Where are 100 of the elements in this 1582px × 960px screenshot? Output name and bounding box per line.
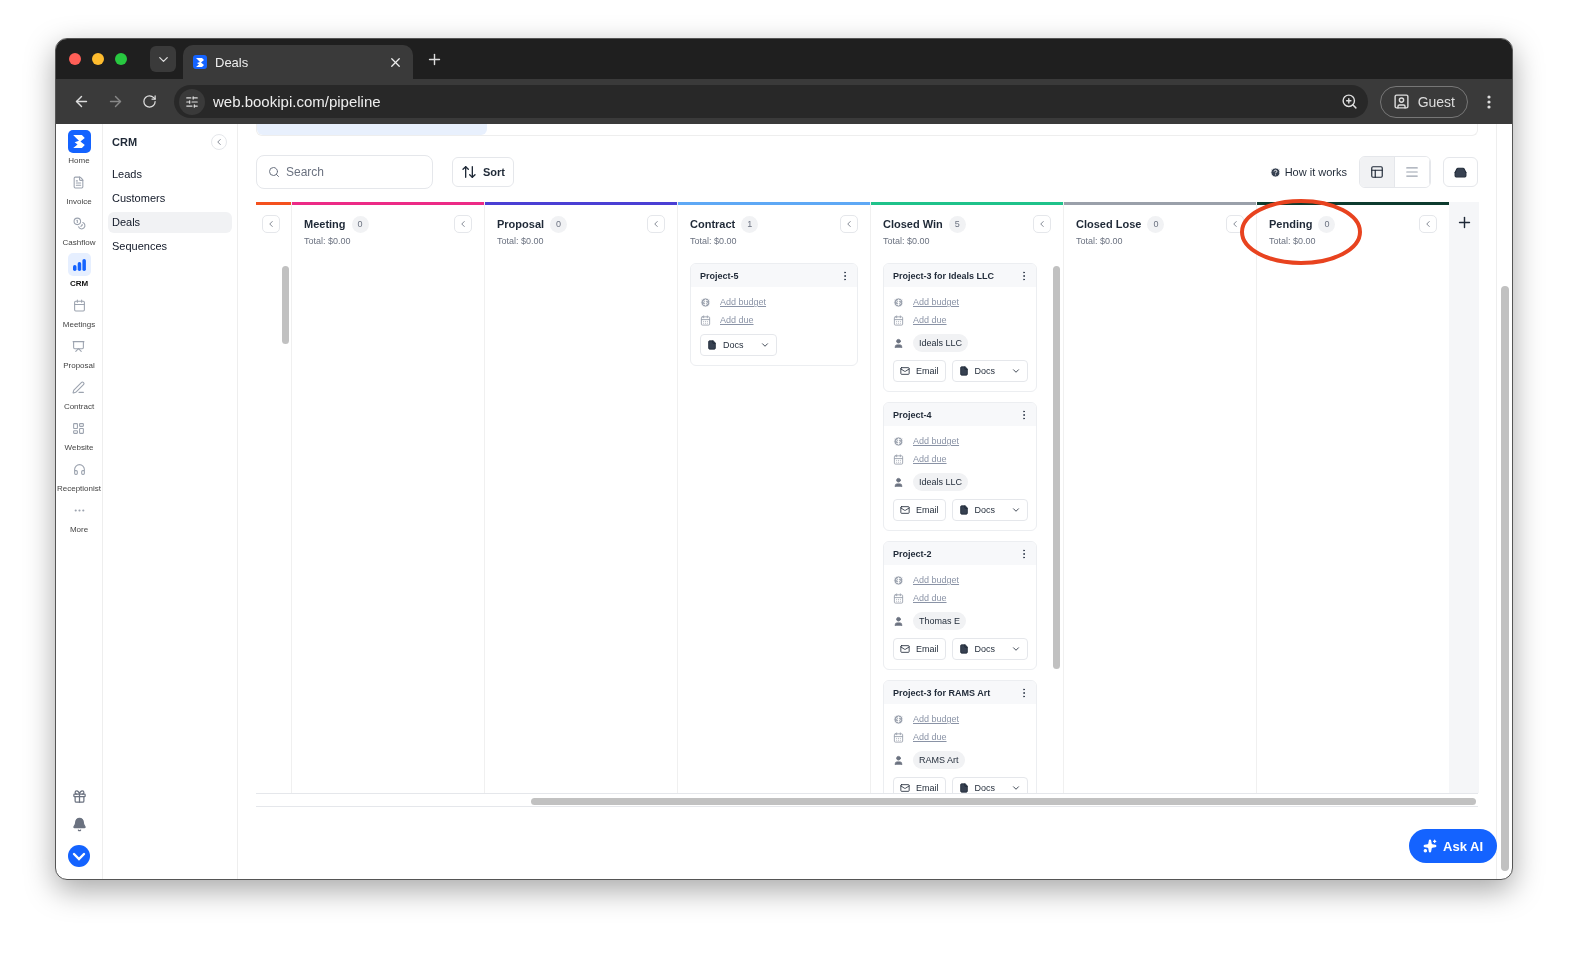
scrollbar-thumb[interactable] [1053, 266, 1060, 669]
maximize-window-button[interactable] [115, 53, 127, 65]
deal-card[interactable]: Project-5 Add budget Add due Docs [690, 263, 858, 366]
rail-item[interactable]: CRM [67, 253, 91, 294]
contact-chip[interactable]: Ideals LLC [913, 473, 969, 491]
check-badge-icon[interactable] [68, 845, 90, 867]
document-icon [72, 176, 86, 189]
docs-dropdown[interactable]: Docs [951, 638, 1029, 660]
minimize-window-button[interactable] [92, 53, 104, 65]
scrollbar-thumb[interactable] [282, 266, 289, 344]
calendar-icon [893, 592, 904, 604]
reload-icon [141, 94, 157, 109]
inbox-icon [1454, 165, 1467, 179]
chevron-left-icon [651, 219, 661, 229]
rail-item[interactable]: Proposal [63, 335, 95, 376]
rail-item[interactable]: Contract [63, 376, 95, 417]
deal-card[interactable]: Project-4 Add budget Add due Ideals LLC Email Docs [883, 402, 1037, 531]
ask-ai-button[interactable]: Ask AI [1409, 829, 1497, 863]
caret-icon [1011, 505, 1022, 515]
count-badge: 0 [550, 215, 568, 233]
sidebar-item[interactable]: Customers [108, 188, 232, 209]
caret-icon [1011, 783, 1022, 793]
person-icon [893, 615, 904, 627]
logo-icon [193, 55, 207, 69]
calendar-icon [700, 314, 711, 326]
dollar-icon [700, 296, 711, 308]
rail-item[interactable]: Invoice [66, 171, 92, 212]
bar-chart-icon [67, 253, 91, 276]
deal-card[interactable]: Project-3 for Ideals LLC Add budget Add due Ideals LLC Email Docs [883, 263, 1037, 392]
tab-list-button[interactable] [150, 46, 176, 72]
count-badge: 0 [1318, 215, 1336, 233]
email-button[interactable]: Email [893, 499, 946, 521]
collapse-button[interactable] [1226, 215, 1244, 233]
chevron-left-icon [266, 219, 276, 229]
presentation-icon [72, 340, 86, 353]
help-icon [1269, 166, 1281, 178]
scrollbar-thumb[interactable] [531, 798, 1476, 805]
logo-icon [67, 130, 91, 153]
help-link[interactable]: How it works [1269, 166, 1347, 178]
board-view-button[interactable] [1360, 157, 1395, 187]
sparkle-icon [1423, 839, 1437, 853]
card-title: Project-2 [893, 548, 932, 559]
dollar-icon [893, 713, 904, 725]
rail-item[interactable]: Meetings [62, 294, 96, 335]
count-badge: 0 [1147, 215, 1165, 233]
rail-item[interactable]: Receptionist [57, 458, 101, 499]
column-title: Meeting [304, 218, 346, 230]
email-button[interactable]: Email [893, 777, 946, 793]
column-total: Total: $0.00 [1076, 236, 1124, 246]
board-icon [1370, 165, 1384, 179]
docs-dropdown[interactable]: Docs [951, 360, 1029, 382]
calendar-icon [72, 299, 86, 312]
rail-item[interactable]: Home [67, 130, 91, 171]
column-title: Proposal [497, 218, 545, 230]
sidebar-item[interactable]: Leads [108, 164, 232, 185]
rail-item[interactable]: Website [64, 417, 94, 458]
pen-icon [72, 381, 86, 394]
tab-title: Deals [215, 54, 250, 70]
search-icon [268, 166, 280, 178]
chevron-left-icon [1423, 219, 1433, 229]
sort-button[interactable]: Sort [452, 157, 514, 187]
chevron-left-icon [1230, 219, 1240, 229]
layout-icon [72, 422, 86, 435]
search-field[interactable]: Search [256, 155, 433, 189]
sidebar-item[interactable]: Sequences [108, 236, 232, 257]
chevron-left-icon [844, 219, 854, 229]
email-button[interactable]: Email [893, 360, 946, 382]
contact-chip[interactable]: RAMS Art [913, 751, 965, 769]
browser-tab[interactable]: Deals [183, 45, 413, 79]
address-field[interactable]: web.bookipi.com/pipeline [174, 85, 1368, 118]
mail-icon [900, 644, 910, 654]
contact-chip[interactable]: Thomas E [913, 612, 966, 630]
document-icon [958, 783, 969, 793]
gift-icon[interactable] [71, 789, 87, 804]
docs-dropdown[interactable]: Docs [951, 777, 1029, 793]
docs-dropdown[interactable]: Docs [700, 334, 777, 356]
person-icon [893, 476, 904, 488]
coins-icon [72, 217, 86, 230]
sort-icon [461, 164, 477, 180]
deal-card[interactable]: Project-2 Add budget Add due Thomas E Email Docs [883, 541, 1037, 670]
site-settings-icon[interactable] [179, 88, 205, 115]
column-total: Total: $0.00 [304, 236, 352, 246]
docs-dropdown[interactable]: Docs [951, 499, 1029, 521]
scrollbar-thumb[interactable] [1501, 286, 1509, 871]
zoom-icon[interactable] [1340, 93, 1358, 110]
inbox-button[interactable] [1443, 157, 1478, 187]
card-title: Project-5 [700, 270, 739, 281]
rail-item[interactable]: Cashflow [62, 212, 96, 253]
close-window-button[interactable] [69, 53, 81, 65]
chevron-left-icon [458, 219, 468, 229]
sidebar-item[interactable]: Deals [108, 212, 232, 233]
person-icon [1392, 93, 1410, 110]
mail-icon [900, 366, 910, 376]
calendar-icon [893, 453, 904, 465]
bell-icon[interactable] [71, 817, 87, 832]
contact-chip[interactable]: Ideals LLC [913, 334, 969, 352]
email-button[interactable]: Email [893, 638, 946, 660]
count-badge: 5 [948, 215, 966, 233]
rail-item[interactable]: More [67, 499, 91, 540]
document-icon [958, 505, 969, 515]
